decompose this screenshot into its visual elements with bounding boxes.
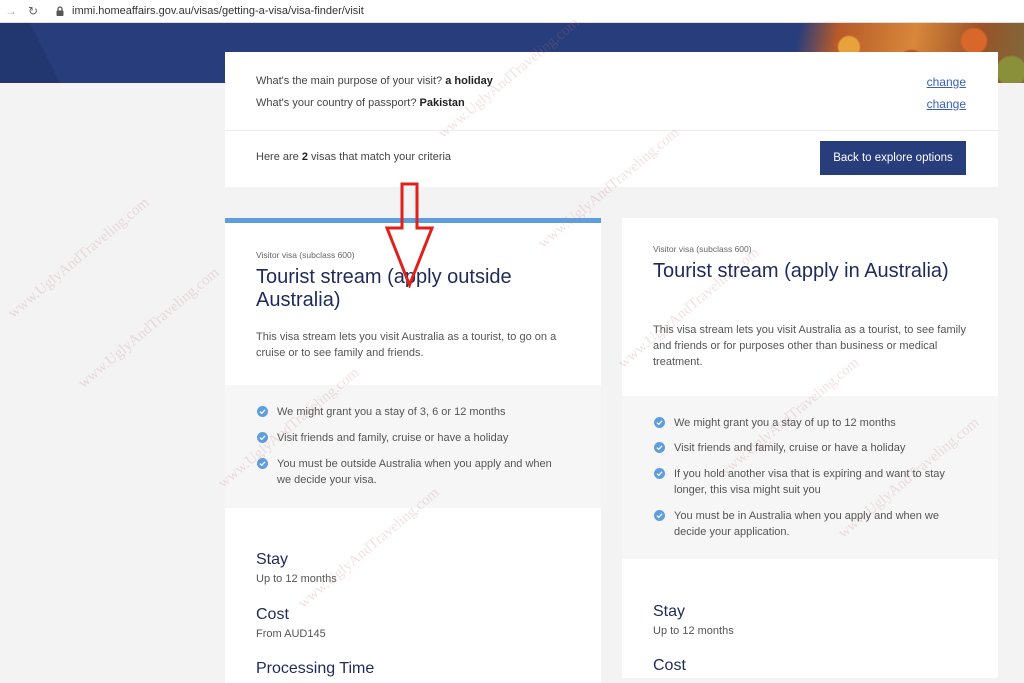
feature-item: Visit friends and family, cruise or have… xyxy=(257,430,567,446)
feature-text: We might grant you a stay of up to 12 mo… xyxy=(674,417,896,429)
stay-value: Up to 12 months xyxy=(653,625,734,637)
check-circle-icon xyxy=(654,417,665,428)
url-text[interactable]: immi.homeaffairs.gov.au/visas/getting-a-… xyxy=(72,5,364,17)
check-circle-icon xyxy=(257,458,268,469)
criteria-summary-panel: What's the main purpose of your visit? a… xyxy=(225,52,998,187)
feature-item: Visit friends and family, cruise or have… xyxy=(654,440,964,456)
check-circle-icon xyxy=(257,406,268,417)
feature-text: Visit friends and family, cruise or have… xyxy=(277,432,509,444)
feature-item: If you hold another visa that is expirin… xyxy=(654,466,964,498)
change-passport-link[interactable]: change xyxy=(927,97,966,111)
match-suffix: visas that match your criteria xyxy=(311,151,452,163)
feature-text: You must be outside Australia when you a… xyxy=(277,458,552,486)
lock-icon xyxy=(56,6,64,16)
summary-divider xyxy=(225,130,998,131)
check-circle-icon xyxy=(654,510,665,521)
passport-answer: Pakistan xyxy=(419,97,465,109)
purpose-answer: a holiday xyxy=(445,75,493,87)
passport-row: What's your country of passport? Pakista… xyxy=(256,97,465,109)
stay-value: Up to 12 months xyxy=(256,573,337,585)
visa-features-list: We might grant you a stay of up to 12 mo… xyxy=(622,396,998,559)
hero-slant-shape xyxy=(0,23,60,83)
stay-label: Stay xyxy=(256,551,289,568)
feature-item: You must be outside Australia when you a… xyxy=(257,456,567,488)
back-arrow-icon[interactable]: → xyxy=(4,4,18,18)
visa-subclass: Visitor visa (subclass 600) xyxy=(653,244,752,254)
purpose-question: What's the main purpose of your visit? xyxy=(256,75,443,87)
stay-label: Stay xyxy=(653,603,686,620)
feature-item: You must be in Australia when you apply … xyxy=(654,508,964,540)
feature-item: We might grant you a stay of up to 12 mo… xyxy=(654,415,964,431)
check-circle-icon xyxy=(257,432,268,443)
visa-description: This visa stream lets you visit Australi… xyxy=(653,324,967,368)
visa-title[interactable]: Tourist stream (apply in Australia) xyxy=(653,260,973,283)
browser-address-bar: → ↻ immi.homeaffairs.gov.au/visas/gettin… xyxy=(0,0,1024,23)
processing-time-label: Processing Time xyxy=(256,660,375,677)
change-purpose-link[interactable]: change xyxy=(927,75,966,89)
reload-icon[interactable]: ↻ xyxy=(26,4,40,18)
purpose-row: What's the main purpose of your visit? a… xyxy=(256,75,493,87)
watermark-text: www.UglyAndTraveling.com xyxy=(5,194,153,322)
passport-question: What's your country of passport? xyxy=(256,97,417,109)
feature-text: Visit friends and family, cruise or have… xyxy=(674,442,906,454)
feature-text: If you hold another visa that is expirin… xyxy=(674,468,945,496)
feature-text: You must be in Australia when you apply … xyxy=(674,510,939,538)
match-count-text: Here are 2 visas that match your criteri… xyxy=(256,151,451,163)
match-count: 2 xyxy=(301,151,308,163)
visa-card-apply-in[interactable]: Visitor visa (subclass 600) Tourist stre… xyxy=(622,218,998,678)
cost-label: Cost xyxy=(256,606,289,623)
red-down-arrow-icon xyxy=(385,182,435,288)
cost-value: From AUD145 xyxy=(256,628,326,640)
check-circle-icon xyxy=(654,468,665,479)
match-prefix: Here are xyxy=(256,151,299,163)
feature-item: We might grant you a stay of 3, 6 or 12 … xyxy=(257,404,567,420)
visa-features-list: We might grant you a stay of 3, 6 or 12 … xyxy=(225,385,601,508)
check-circle-icon xyxy=(654,442,665,453)
visa-subclass: Visitor visa (subclass 600) xyxy=(256,250,355,260)
watermark-text: www.UglyAndTraveling.com xyxy=(75,264,223,392)
feature-text: We might grant you a stay of 3, 6 or 12 … xyxy=(277,406,506,418)
cost-label: Cost xyxy=(653,657,686,674)
back-to-explore-button[interactable]: Back to explore options xyxy=(820,141,966,175)
visa-description: This visa stream lets you visit Australi… xyxy=(256,331,557,359)
